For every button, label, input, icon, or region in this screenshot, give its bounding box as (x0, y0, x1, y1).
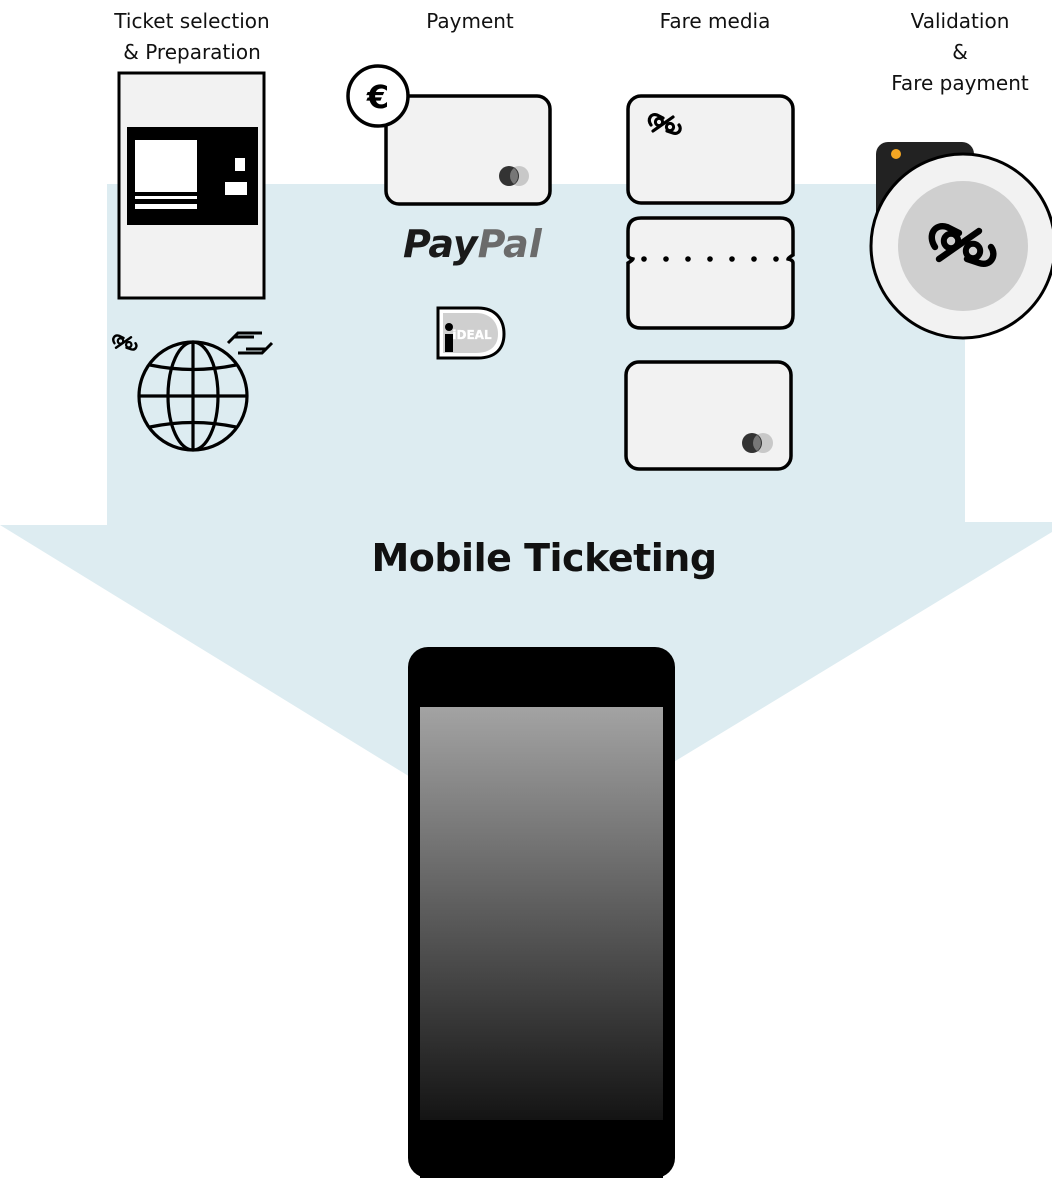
validator-icon (869, 142, 1052, 340)
paypal-pay: Pay (403, 222, 480, 266)
column-title-payment: Payment (426, 9, 514, 33)
euro-coin-icon: € (346, 64, 410, 128)
diagram: € PayPal iDEAL Ticket selection & Prepar… (0, 0, 1052, 1178)
ideal-text: iDEAL (452, 328, 492, 342)
smartphone-icon (408, 647, 675, 1178)
column-title-ticket-selection: Ticket selection & Preparation (114, 9, 270, 64)
column-title-validation: Validation & Fare payment (891, 9, 1029, 95)
contactless-bank-card-icon (624, 360, 793, 471)
ideal-logo: iDEAL (436, 306, 506, 360)
currency-symbol: € (366, 78, 389, 116)
paypal-pal: Pal (478, 222, 543, 266)
ticket-machine-icon (117, 71, 266, 300)
bank-card-icon (384, 94, 552, 206)
paypal-logo: PayPal (403, 222, 543, 266)
diagram-canvas: € PayPal iDEAL (0, 64, 1052, 1178)
svg-text:PayPal: PayPal (403, 222, 543, 266)
paper-ticket-icon (626, 216, 795, 330)
column-title-fare-media: Fare media (659, 9, 771, 33)
ov-chipkaart-card-icon (626, 94, 795, 205)
globe-icon (137, 340, 249, 452)
main-title: Mobile Ticketing (371, 536, 717, 580)
